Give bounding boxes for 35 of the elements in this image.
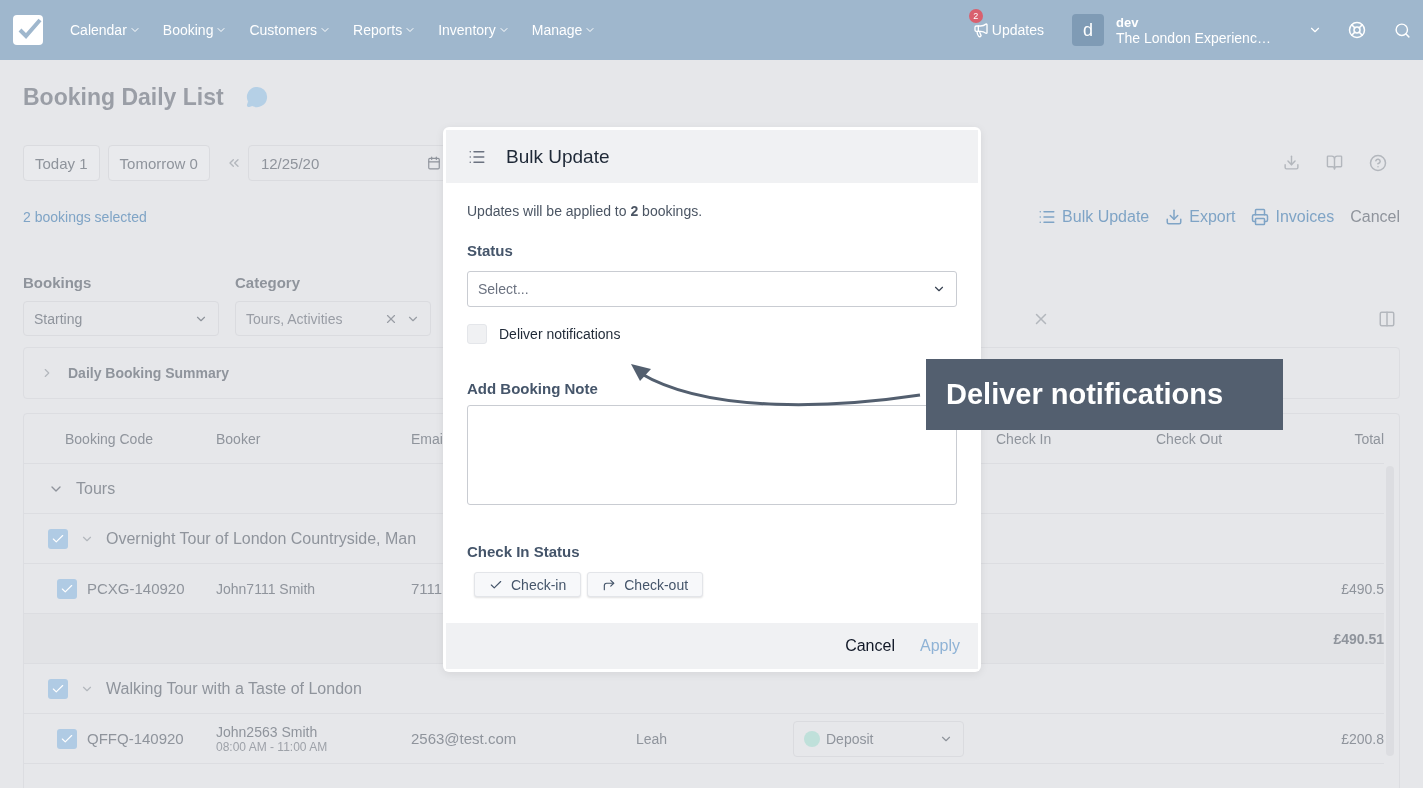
dialog-message: Updates will be applied to 2 bookings. <box>467 203 704 219</box>
column-header: Check In <box>996 430 1052 447</box>
email-cell: 2563@test.com <box>411 730 517 747</box>
group-name: Tours <box>76 479 116 498</box>
booker-name: John7111 Smith <box>216 580 316 597</box>
product-name: Walking Tour with a Taste of London <box>106 679 362 698</box>
organization-name: The London Experienc… <box>1116 29 1272 46</box>
total-cell: £200.8 <box>1341 730 1384 747</box>
column-header: Emai <box>411 430 443 447</box>
dialog-title: Bulk Update <box>506 145 610 168</box>
selection-count: 2 bookings selected <box>23 209 147 225</box>
field-label: Check In Status <box>467 543 581 560</box>
column-header: Booker <box>216 430 261 447</box>
notification-count: 2 <box>968 9 983 23</box>
product-name: Overnight Tour of London Countryside, Man <box>106 529 417 548</box>
booking-time: 08:00 AM - 11:00 AM <box>216 739 328 754</box>
field-label: Add Booking Note <box>467 380 599 397</box>
user-name: dev <box>1116 14 1140 30</box>
page-title: Booking Daily List <box>23 83 224 111</box>
filter-label: Category <box>235 274 302 291</box>
summary-title: Daily Booking Summary <box>68 365 230 381</box>
booking-code: PCXG-140920 <box>87 580 185 597</box>
checkbox-label: Deliver notifications <box>499 326 621 342</box>
column-header: Booking Code <box>65 430 153 447</box>
filter-label: Bookings <box>23 274 93 291</box>
field-label: Status <box>467 242 514 259</box>
booker-name: John2563 Smith <box>216 723 318 740</box>
guide-cell: Leah <box>636 730 668 747</box>
column-header: Check Out <box>1156 430 1223 447</box>
total-cell: £490.5 <box>1341 580 1384 597</box>
column-header: Total <box>1354 430 1384 447</box>
subtotal-cell: £490.51 <box>1333 630 1384 647</box>
booking-code: QFFQ-140920 <box>87 730 184 747</box>
email-cell: 7111 <box>411 580 443 597</box>
annotation-callout: Deliver notifications <box>926 359 1283 430</box>
